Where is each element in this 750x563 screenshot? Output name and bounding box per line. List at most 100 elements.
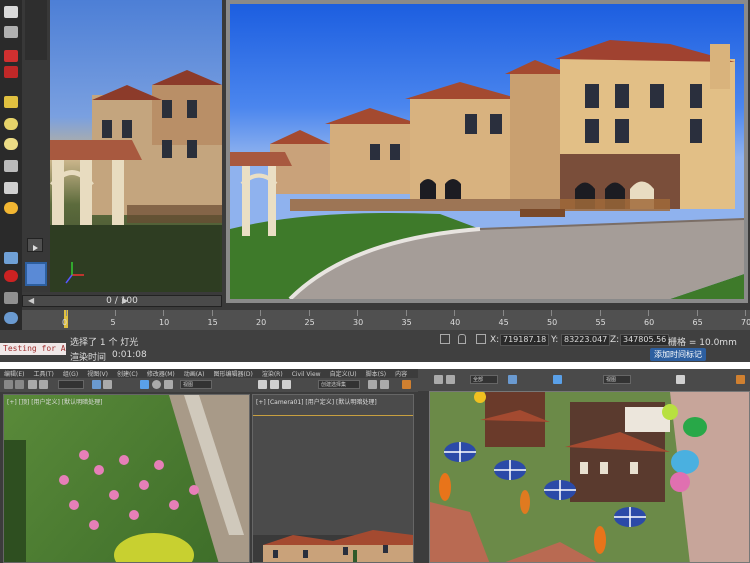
command-strip <box>22 0 50 292</box>
timeline-tick <box>357 310 358 316</box>
absolute-mode-icon[interactable] <box>476 334 486 344</box>
red-tool-icon[interactable] <box>4 50 18 62</box>
helper-icon[interactable] <box>4 292 18 304</box>
selection-status: 选择了 1 个 灯光 <box>70 338 139 348</box>
right-filter-dropdown[interactable]: 全部 <box>470 375 498 384</box>
red-tool-2-icon[interactable] <box>4 66 18 78</box>
timeline-tick-label: 40 <box>450 318 461 327</box>
timeline-tick-label: 15 <box>207 318 218 327</box>
move-icon[interactable] <box>140 380 149 389</box>
menu-item[interactable]: 视图(V) <box>87 371 108 378</box>
camera-viewport-scene <box>253 415 413 562</box>
left-viewport[interactable] <box>22 0 222 292</box>
light-bulb-2-icon[interactable] <box>4 138 18 150</box>
timeline-tick-label: 50 <box>547 318 558 327</box>
timeline-tick-label: 65 <box>692 318 703 327</box>
select-icon[interactable] <box>92 380 101 389</box>
select-icon[interactable] <box>4 6 18 18</box>
selection-filter-dropdown[interactable] <box>58 380 84 389</box>
menu-item[interactable]: 自定义(U) <box>330 371 357 378</box>
select-region-icon[interactable] <box>103 380 112 389</box>
move-icon[interactable] <box>553 375 562 384</box>
lock-icon[interactable] <box>4 26 18 38</box>
timeline-tick <box>260 310 261 316</box>
selection-lock-icon[interactable] <box>440 334 450 344</box>
timeline-tick <box>599 310 601 316</box>
menu-item[interactable]: 渲染(R) <box>262 371 283 378</box>
teapot-icon[interactable] <box>4 160 18 172</box>
timeline-track[interactable]: 0 5 10 15 20 25 30 35 40 45 50 55 60 65 70 <box>22 310 750 330</box>
timeline-tick-label: 30 <box>353 318 364 327</box>
timeline-tick <box>308 310 310 316</box>
view-dropdown[interactable]: 视图 <box>180 380 212 389</box>
menu-item[interactable]: 工具(T) <box>33 371 53 378</box>
main-toolbar: 视图 创建选择集 <box>0 378 418 392</box>
right-view-dropdown[interactable]: 视图 <box>603 375 631 384</box>
slider-prev-icon[interactable]: ◀ <box>28 296 36 306</box>
y-label: Y: <box>551 335 559 345</box>
play-icon <box>33 245 38 251</box>
menu-item[interactable]: 组(G) <box>63 371 78 378</box>
named-selection-dropdown[interactable]: 创建选择集 <box>318 380 360 389</box>
active-viewport-thumb[interactable] <box>25 262 47 286</box>
timeline-tick-label: 35 <box>401 318 412 327</box>
maxscript-listener[interactable]: Testing for All <box>0 343 66 355</box>
undo-icon[interactable] <box>4 380 13 389</box>
z-label: Z: <box>610 335 620 345</box>
menu-item[interactable]: 创建(C) <box>117 371 138 378</box>
gear-icon[interactable] <box>4 312 18 324</box>
render-viewport[interactable] <box>226 0 748 303</box>
camera-viewport-label: [+] [Camera01] [用户定义] [默认明暗处理] <box>256 399 377 406</box>
mirror-icon[interactable] <box>368 380 377 389</box>
menu-item[interactable]: 图形编辑器(D) <box>214 371 253 378</box>
perspective-viewport[interactable] <box>429 391 750 563</box>
sun-icon[interactable] <box>4 202 18 214</box>
grid-icon[interactable] <box>4 252 18 264</box>
select-icon[interactable] <box>508 375 517 384</box>
timeline-tick <box>696 310 698 316</box>
yellow-tool-icon[interactable] <box>4 96 18 108</box>
redo-icon[interactable] <box>15 380 24 389</box>
slider-next-icon[interactable]: ▶ <box>122 296 130 306</box>
menu-item[interactable]: 编辑(E) <box>4 371 24 378</box>
angle-snap-icon[interactable] <box>270 380 279 389</box>
menu-item[interactable]: 修改器(M) <box>147 371 175 378</box>
red-dot-icon[interactable] <box>4 270 18 282</box>
menu-item[interactable]: Civil View <box>292 371 321 378</box>
timeline-tick <box>551 310 552 316</box>
play-button[interactable] <box>27 238 43 252</box>
mesh-icon[interactable] <box>4 182 18 194</box>
unlink-icon[interactable] <box>446 375 455 384</box>
render-icon[interactable] <box>736 375 745 384</box>
snap-icon[interactable] <box>676 375 685 384</box>
lock-icon[interactable] <box>458 334 466 344</box>
snap-icon[interactable] <box>258 380 267 389</box>
percent-snap-icon[interactable] <box>282 380 291 389</box>
unlink-icon[interactable] <box>39 380 48 389</box>
z-coordinate-field[interactable]: 347805.56 <box>620 334 670 346</box>
menu-item[interactable]: 内容 <box>395 371 407 378</box>
timeline-tick-label: 25 <box>304 318 315 327</box>
link-icon[interactable] <box>434 375 443 384</box>
timeline-tick-label: 45 <box>498 318 509 327</box>
left-toolbar <box>0 0 22 330</box>
top-viewport[interactable]: [+] [顶] [用户定义] [默认明暗处理] <box>3 394 250 563</box>
camera-viewport[interactable]: [+] [Camera01] [用户定义] [默认明暗处理] <box>252 394 414 563</box>
timeline-tick <box>502 310 504 316</box>
right-toolbar: 全部 视图 <box>418 369 750 391</box>
render-time-label: 渲染时间 <box>70 353 107 362</box>
top-viewport-label: [+] [顶] [用户定义] [默认明暗处理] <box>7 399 103 406</box>
link-icon[interactable] <box>28 380 37 389</box>
menu-item[interactable]: 脚本(S) <box>366 371 387 378</box>
align-icon[interactable] <box>380 380 389 389</box>
menu-item[interactable]: 动画(A) <box>184 371 205 378</box>
top-screenshot: 0 / 100 ◀ ▶ 0 5 10 15 20 25 30 35 40 45 50 55 60 65 70… <box>0 0 750 362</box>
menu-bar: 编辑(E) 工具(T) 组(G) 视图(V) 创建(C) 修改器(M) 动画(A) 图形编辑器… <box>4 369 416 378</box>
add-time-tag-button[interactable]: 添加时间标记 <box>650 348 706 361</box>
light-bulb-icon[interactable] <box>4 118 18 130</box>
rotate-icon[interactable] <box>152 380 161 389</box>
scale-icon[interactable] <box>164 380 173 389</box>
y-coordinate-field[interactable]: 83223.047 <box>561 334 611 346</box>
x-coordinate-field[interactable]: 719187.18 <box>500 334 550 346</box>
render-icon[interactable] <box>402 380 411 389</box>
